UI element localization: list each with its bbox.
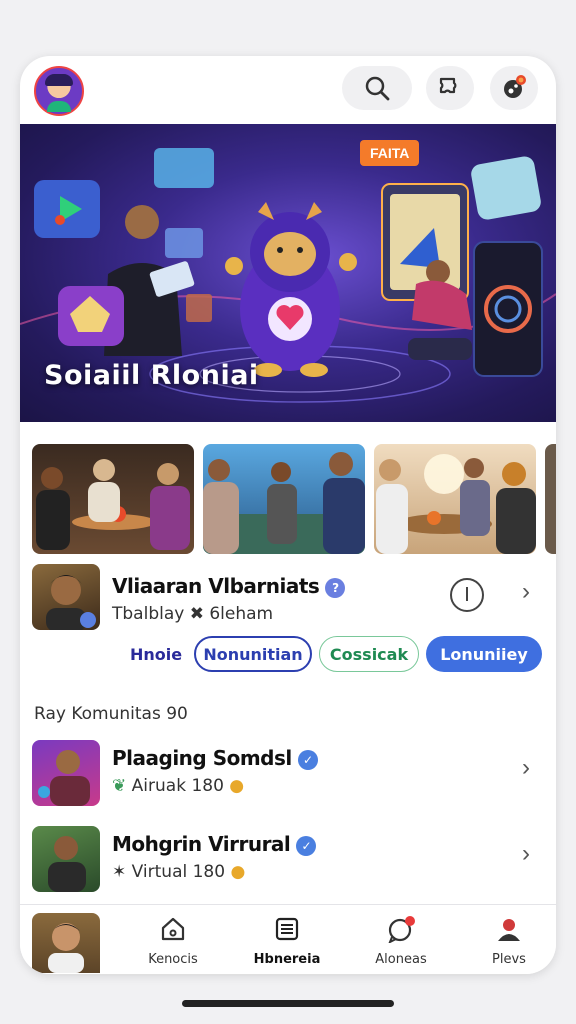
- hero-banner[interactable]: FAITA Soiaiil Rloniai: [20, 124, 556, 422]
- group-avatar: [32, 740, 100, 806]
- carousel-photo[interactable]: [374, 444, 536, 554]
- chat-bubble-icon: [388, 916, 415, 945]
- person-portrait: [46, 575, 96, 630]
- chevron-right-icon[interactable]: ›: [522, 578, 530, 606]
- featured-subtitle: Tbalblay ✖ 6leham: [112, 604, 274, 624]
- photo-scene: [203, 452, 365, 554]
- tab-community[interactable]: Nonunitian: [194, 636, 312, 672]
- top-bar: [20, 56, 556, 124]
- bell-icon: [504, 75, 526, 98]
- profile-avatar[interactable]: [34, 66, 84, 116]
- photo-scene: [376, 454, 536, 554]
- nav-item-profile[interactable]: Plevs: [464, 915, 554, 967]
- group-avatar: [32, 826, 100, 892]
- chevron-right-icon[interactable]: ›: [522, 840, 530, 868]
- nav-label: Aloneas: [375, 952, 427, 967]
- person-portrait: [38, 750, 90, 806]
- group-name: Mohgrin Virrural: [112, 832, 291, 856]
- nav-item-list[interactable]: Hbnereia: [242, 915, 332, 967]
- featured-name-row: Vliaaran Vlbarniats?: [112, 574, 346, 598]
- group-subtitle-row: ✶ Virtual 180 ●: [112, 862, 245, 882]
- verified-icon: ✓: [296, 835, 317, 856]
- notifications-button[interactable]: [490, 66, 538, 110]
- tab-classic[interactable]: Cossicak: [319, 636, 419, 672]
- verified-icon: ?: [325, 577, 346, 598]
- puzzle-icon: [439, 77, 457, 94]
- group-name-row: Plaaging Somdsl ✓: [112, 746, 318, 770]
- carousel-photo[interactable]: [203, 444, 365, 554]
- home-icon: [161, 917, 185, 941]
- carousel-photo[interactable]: [32, 444, 194, 554]
- bottom-nav: Kenocis Hbnereia Aloneas Plevs: [20, 904, 556, 974]
- app-window: FAITA Soiaiil Rloniai Vliaaran Vlbarniat…: [20, 56, 556, 974]
- vr-icon: ✶: [112, 862, 127, 882]
- featured-avatar[interactable]: [32, 564, 100, 630]
- featured-name: Vliaaran Vlbarniats: [112, 574, 320, 598]
- extensions-button[interactable]: [426, 66, 474, 110]
- group-name: Plaaging Somdsl: [112, 746, 292, 770]
- hero-title: Soiaiil Rloniai: [44, 360, 259, 391]
- home-indicator[interactable]: [182, 1000, 394, 1007]
- featured-profile[interactable]: Vliaaran Vlbarniats? Tbalblay ✖ 6leham ›: [20, 560, 556, 632]
- list-item[interactable]: Mohgrin Virrural ✓ ✶ Virtual 180 ● ›: [20, 826, 556, 896]
- group-subtitle-row: ❦ Airuak 180 ●: [112, 776, 244, 796]
- group-subtitle: Airuak 180: [131, 776, 224, 796]
- photo-carousel[interactable]: [32, 444, 556, 556]
- tab-home[interactable]: Hnoie: [120, 636, 192, 672]
- avatar-hair: [45, 74, 73, 86]
- search-button[interactable]: [342, 66, 412, 110]
- photo-scene: [36, 459, 190, 550]
- hero-badge: FAITA: [360, 140, 420, 166]
- nav-label: Hbnereia: [253, 952, 321, 967]
- list-icon: [275, 917, 299, 941]
- carousel-photo[interactable]: [545, 444, 556, 554]
- profile-icon: [498, 919, 520, 941]
- nav-item-messages[interactable]: Aloneas: [356, 915, 446, 967]
- avatar-shirt: [47, 101, 71, 112]
- tab-lonuniiey[interactable]: Lonuniiey: [426, 636, 542, 672]
- info-icon[interactable]: [450, 578, 484, 612]
- category-tabs: Hnoie Nonunitian Cossicak Lonuniiey: [20, 636, 556, 676]
- group-name-row: Mohgrin Virrural ✓: [112, 832, 317, 856]
- group-subtitle: Virtual 180: [131, 862, 226, 882]
- person-portrait: [48, 836, 86, 892]
- person-portrait: [48, 923, 84, 973]
- nav-avatar[interactable]: [32, 913, 100, 973]
- search-icon: [365, 76, 390, 101]
- balloon-icon: ❦: [112, 776, 127, 796]
- verified-icon: ✓: [297, 749, 318, 770]
- section-title: Ray Komunitas 90: [34, 704, 188, 724]
- nav-label: Kenocis: [148, 952, 198, 967]
- nav-item-home[interactable]: Kenocis: [128, 915, 218, 967]
- nav-label: Plevs: [492, 952, 526, 967]
- list-item[interactable]: Plaaging Somdsl ✓ ❦ Airuak 180 ● ›: [20, 740, 556, 810]
- emoji-icon: ●: [229, 776, 245, 796]
- emoji-icon: ●: [230, 862, 246, 882]
- chevron-right-icon[interactable]: ›: [522, 754, 530, 782]
